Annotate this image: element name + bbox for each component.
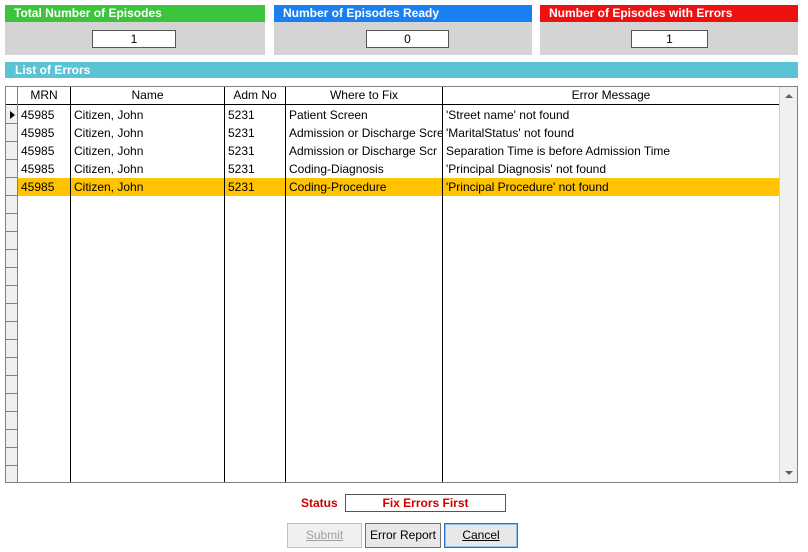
- cell-name: Citizen, John: [74, 144, 144, 158]
- cell-where: Patient Screen: [289, 108, 368, 122]
- cell-message: Separation Time is before Admission Time: [446, 144, 671, 158]
- table-row[interactable]: 45985 Citizen, John 5231 Coding-Diagnosis 'P…: [18, 160, 779, 178]
- cell-message: 'MaritalStatus' not found: [446, 126, 574, 140]
- cancel-button[interactable]: Cancel: [444, 523, 518, 548]
- cell-where: Coding-Procedure: [289, 180, 387, 194]
- errors-grid[interactable]: MRN Name Adm No Where to Fix Error Messa…: [5, 86, 798, 483]
- cell-name: Citizen, John: [74, 162, 144, 176]
- cell-mrn: 45985: [21, 162, 55, 176]
- column-divider: [285, 87, 286, 482]
- cancel-button-label: Cancel: [462, 528, 500, 542]
- cell-where: Coding-Diagnosis: [289, 162, 384, 176]
- cell-adm-no: 5231: [228, 180, 255, 194]
- scroll-down-icon[interactable]: [785, 471, 793, 475]
- submit-button-label: Submit: [305, 528, 344, 542]
- table-row[interactable]: 45985 Citizen, John 5231 Admission or Disch…: [18, 142, 779, 160]
- episodes-errors-label: Number of Episodes with Errors: [540, 5, 798, 22]
- cell-adm-no: 5231: [228, 108, 255, 122]
- cell-mrn: 45985: [21, 144, 55, 158]
- cell-where: Admission or Discharge Scr: [289, 144, 438, 158]
- total-episodes-value: 1: [92, 30, 176, 48]
- current-row-icon: [10, 111, 15, 119]
- episodes-errors-value: 1: [631, 30, 708, 48]
- error-report-button-label: Error Report: [369, 528, 437, 542]
- column-divider: [224, 87, 225, 482]
- cell-mrn: 45985: [21, 126, 55, 140]
- error-report-button[interactable]: Error Report: [365, 523, 441, 548]
- grid-header-row: MRN Name Adm No Where to Fix Error Messa…: [6, 87, 779, 105]
- column-divider: [70, 87, 71, 482]
- episodes-ready-panel: Number of Episodes Ready 0: [274, 5, 532, 55]
- scroll-up-icon[interactable]: [785, 94, 793, 98]
- cell-name: Citizen, John: [74, 180, 144, 194]
- column-divider: [442, 87, 443, 482]
- cell-message: 'Street name' not found: [446, 108, 570, 122]
- submit-button[interactable]: Submit: [287, 523, 362, 548]
- total-episodes-panel: Total Number of Episodes 1: [5, 5, 265, 55]
- table-row[interactable]: 45985 Citizen, John 5231 Patient Screen 'Str…: [18, 106, 779, 124]
- cell-adm-no: 5231: [228, 144, 255, 158]
- cell-mrn: 45985: [21, 108, 55, 122]
- column-header-mrn[interactable]: MRN: [18, 87, 70, 104]
- cell-where: Admission or Discharge Screen: [289, 126, 442, 140]
- vertical-scrollbar[interactable]: [779, 87, 797, 482]
- cell-adm-no: 5231: [228, 126, 255, 140]
- list-of-errors-header: List of Errors: [5, 62, 798, 78]
- status-value: Fix Errors First: [345, 494, 506, 512]
- column-header-error-message[interactable]: Error Message: [443, 87, 779, 104]
- episodes-errors-panel: Number of Episodes with Errors 1: [540, 5, 798, 55]
- indicator-divider: [17, 87, 18, 482]
- cell-message: 'Principal Diagnosis' not found: [446, 162, 607, 176]
- column-header-name[interactable]: Name: [71, 87, 224, 104]
- total-episodes-label: Total Number of Episodes: [5, 5, 265, 22]
- table-row[interactable]: 45985 Citizen, John 5231 Coding-Procedure 'P…: [18, 178, 779, 196]
- column-header-where-to-fix[interactable]: Where to Fix: [286, 87, 442, 104]
- cell-name: Citizen, John: [74, 126, 144, 140]
- cell-mrn: 45985: [21, 180, 55, 194]
- episodes-ready-value: 0: [366, 30, 449, 48]
- cell-message: 'Principal Procedure' not found: [446, 180, 609, 194]
- cell-name: Citizen, John: [74, 108, 144, 122]
- episodes-ready-label: Number of Episodes Ready: [274, 5, 532, 22]
- cell-adm-no: 5231: [228, 162, 255, 176]
- column-header-adm-no[interactable]: Adm No: [225, 87, 285, 104]
- status-label: Status: [301, 496, 338, 510]
- table-row[interactable]: 45985 Citizen, John 5231 Admission or Disch…: [18, 124, 779, 142]
